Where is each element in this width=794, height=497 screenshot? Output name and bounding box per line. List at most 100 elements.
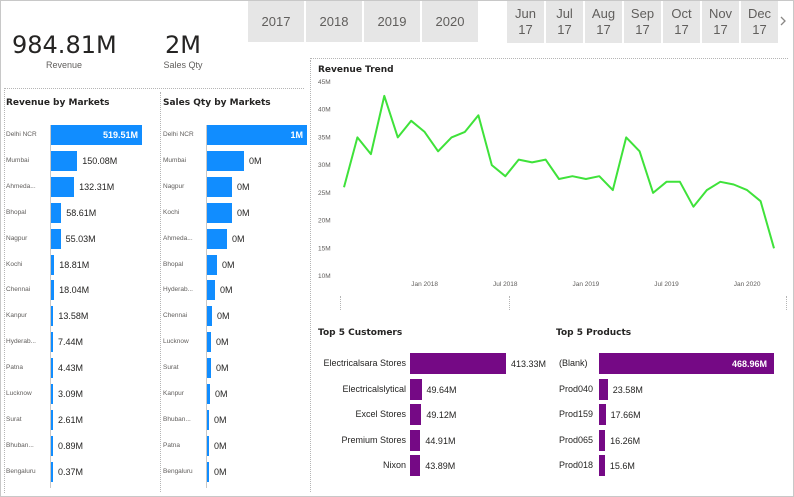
bar[interactable]	[599, 378, 608, 400]
month-year: 17	[518, 22, 533, 37]
sales-qty-card[interactable]: 2M Sales Qty	[148, 31, 218, 71]
bar-row[interactable]: Kochi 0M	[163, 202, 308, 223]
bar[interactable]	[51, 228, 61, 249]
bar-row[interactable]: Chennai 0M	[163, 306, 308, 327]
year-option-2018[interactable]: 2018	[306, 1, 362, 42]
bar[interactable]	[207, 150, 244, 171]
bar[interactable]	[51, 306, 54, 327]
bar-row[interactable]: Kanpur 0M	[163, 384, 308, 404]
bar[interactable]	[51, 176, 75, 197]
bar[interactable]	[51, 332, 53, 353]
bar-row[interactable]: Bhuban... 0M	[163, 409, 308, 430]
bar[interactable]	[410, 429, 421, 451]
revenue-card[interactable]: 984.81M Revenue	[12, 31, 117, 71]
bar-row[interactable]: Nagpur 55.03M	[6, 228, 156, 249]
bar-row[interactable]: Premium Stores 44.91M	[318, 429, 548, 451]
month-option-jun[interactable]: Jun 17	[507, 1, 544, 43]
bar[interactable]	[51, 202, 62, 223]
bar[interactable]	[207, 358, 211, 379]
bar[interactable]	[51, 461, 53, 482]
bar-row[interactable]: (Blank) 468.96M	[556, 353, 788, 374]
data-label: 0M	[217, 311, 230, 322]
year-option-2017[interactable]: 2017	[248, 1, 304, 42]
bar-row[interactable]: Bhuban... 0.89M	[6, 435, 156, 456]
bar[interactable]	[599, 455, 605, 476]
month-name: Oct	[671, 6, 692, 21]
bar-row[interactable]: Hyderab... 7.44M	[6, 332, 156, 353]
bar-row[interactable]: Prod159 17.66M	[556, 404, 788, 425]
bar-row[interactable]: Hyderab... 0M	[163, 280, 308, 301]
bar-row[interactable]: Ahmeda... 0M	[163, 228, 308, 249]
bar-row[interactable]: Patna 4.43M	[6, 358, 156, 379]
bar[interactable]	[207, 254, 217, 275]
bar[interactable]	[207, 176, 232, 197]
bar-row[interactable]: Delhi NCR 519.51M	[6, 125, 156, 145]
bar[interactable]	[599, 429, 606, 451]
year-option-2020[interactable]: 2020	[422, 1, 478, 42]
bar[interactable]	[207, 228, 227, 249]
bar[interactable]	[207, 384, 210, 404]
bar[interactable]	[207, 306, 212, 327]
bar-row[interactable]: Prod040 23.58M	[556, 378, 788, 400]
bar[interactable]	[51, 384, 53, 404]
bar-row[interactable]: Surat 0M	[163, 358, 308, 379]
bar-row[interactable]: Bhopal 58.61M	[6, 202, 156, 223]
category-label: Bhuban...	[163, 415, 191, 423]
month-option-aug[interactable]: Aug 17	[585, 1, 622, 43]
bar[interactable]	[51, 409, 53, 430]
bar-row[interactable]: Lucknow 3.09M	[6, 384, 156, 404]
bar[interactable]	[410, 455, 421, 476]
bar-row[interactable]: Ahmeda... 132.31M	[6, 176, 156, 197]
bar[interactable]	[51, 280, 55, 301]
bar-row[interactable]: Kochi 18.81M	[6, 254, 156, 275]
bar-row[interactable]: Chennai 18.04M	[6, 280, 156, 301]
month-year: 17	[713, 22, 728, 37]
month-option-nov[interactable]: Nov 17	[702, 1, 739, 43]
bar-row[interactable]: Kanpur 13.58M	[6, 306, 156, 327]
category-label: Prod159	[559, 409, 594, 419]
year-option-2019[interactable]: 2019	[364, 1, 420, 42]
bar-row[interactable]: Nagpur 0M	[163, 176, 308, 197]
bar-row[interactable]: Electricalsara Stores 413.33M	[318, 353, 548, 374]
bar-row[interactable]: Excel Stores 49.12M	[318, 404, 548, 425]
bar-row[interactable]: Mumbai 0M	[163, 150, 308, 171]
month-option-sep[interactable]: Sep 17	[624, 1, 661, 43]
bar[interactable]	[51, 150, 78, 171]
bar[interactable]	[51, 435, 53, 456]
x-tick-label: Jul 2018	[493, 281, 518, 288]
bar-row[interactable]: Delhi NCR 1M	[163, 125, 308, 145]
sales-qty-label: Sales Qty	[163, 60, 203, 70]
data-label: 23.58M	[612, 384, 643, 395]
bar[interactable]	[207, 409, 209, 430]
data-label: 468.96M	[732, 359, 768, 369]
bar-row[interactable]: Bengaluru 0.37M	[6, 461, 156, 482]
chevron-right-icon[interactable]	[778, 14, 788, 28]
bar-row[interactable]: Prod018 15.6M	[556, 455, 788, 476]
month-option-dec[interactable]: Dec 17	[741, 1, 778, 43]
bar[interactable]	[207, 461, 209, 482]
bar[interactable]	[207, 280, 215, 301]
bar-row[interactable]: Lucknow 0M	[163, 332, 308, 353]
bar[interactable]	[410, 353, 506, 374]
bar[interactable]	[51, 254, 55, 275]
bar[interactable]	[410, 404, 422, 425]
bar[interactable]	[207, 332, 211, 353]
bar[interactable]	[410, 378, 422, 400]
bar[interactable]	[207, 435, 209, 456]
bar-row[interactable]: Bengaluru 0M	[163, 461, 308, 482]
bar-row[interactable]: Surat 2.61M	[6, 409, 156, 430]
bar-row[interactable]: Electricalslytical 49.64M	[318, 378, 548, 400]
month-option-jul[interactable]: Jul 17	[546, 1, 583, 43]
bar-row[interactable]: Bhopal 0M	[163, 254, 308, 275]
bar-row[interactable]: Nixon 43.89M	[318, 455, 548, 476]
bar[interactable]	[599, 404, 606, 425]
revenue-trend-line[interactable]	[343, 94, 775, 249]
bar-row[interactable]: Mumbai 150.08M	[6, 150, 156, 171]
x-tick-label: Jul 2019	[654, 281, 679, 288]
bar[interactable]	[51, 358, 53, 379]
bar-row[interactable]: Patna 0M	[163, 435, 308, 456]
bar[interactable]	[207, 202, 232, 223]
bar-row[interactable]: Prod065 16.26M	[556, 429, 788, 451]
sales-qty-by-markets-chart: Delhi NCR 1M Mumbai 0M Nagpur 0M Kochi 0M Ahmeda…	[163, 125, 308, 488]
month-option-oct[interactable]: Oct 17	[663, 1, 700, 43]
